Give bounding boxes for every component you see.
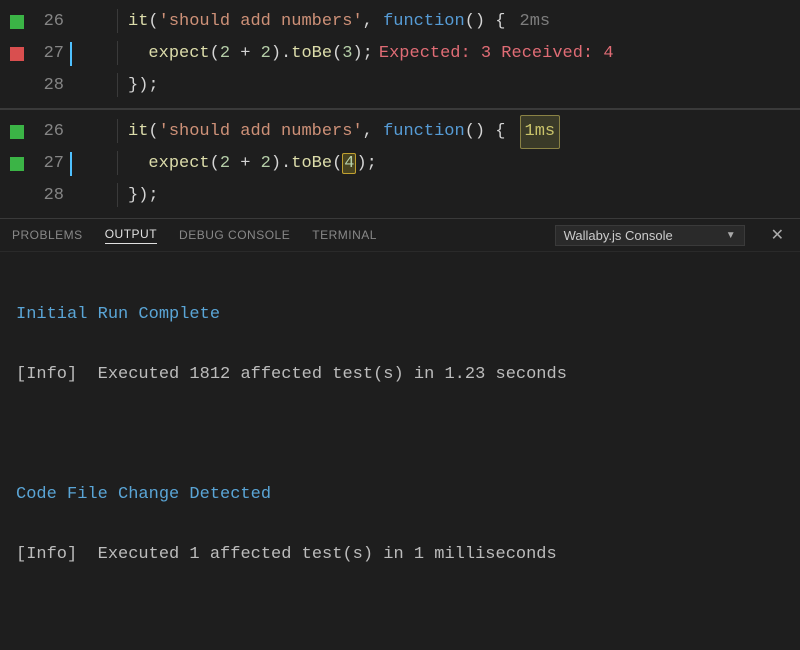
console-heading: Initial Run Complete xyxy=(16,305,220,324)
gutter-marker-empty xyxy=(10,79,24,93)
tab-terminal[interactable]: TERMINAL xyxy=(312,228,377,242)
panel-tab-bar: PROBLEMS OUTPUT DEBUG CONSOLE TERMINAL W… xyxy=(0,218,800,252)
code-text: expect(2 + 2).toBe(3); xyxy=(76,38,373,70)
tab-debug-console[interactable]: DEBUG CONSOLE xyxy=(179,228,290,242)
inline-timing: 2ms xyxy=(520,6,551,38)
inline-timing-highlight: 1ms xyxy=(520,115,561,149)
code-line[interactable]: 27 expect(2 + 2).toBe(4); xyxy=(0,148,800,180)
code-text: expect(2 + 2).toBe(4); xyxy=(76,148,377,180)
code-line[interactable]: 26 it('should add numbers', function() {… xyxy=(0,6,800,38)
gutter-marker-empty xyxy=(10,189,24,203)
output-console[interactable]: Initial Run Complete [Info] Executed 181… xyxy=(0,252,800,618)
tab-output[interactable]: OUTPUT xyxy=(105,227,157,244)
console-heading: Code File Change Detected xyxy=(16,485,271,504)
green-test-marker-icon[interactable] xyxy=(10,157,24,171)
line-number: 26 xyxy=(24,116,70,148)
code-text: }); xyxy=(76,70,159,102)
line-number: 28 xyxy=(24,70,70,102)
editor-pane-after: 26 it('should add numbers', function() {… xyxy=(0,110,800,218)
code-text: it('should add numbers', function() { xyxy=(76,116,506,148)
green-test-marker-icon[interactable] xyxy=(10,15,24,29)
line-number: 27 xyxy=(24,38,70,70)
code-line[interactable]: 26 it('should add numbers', function() {… xyxy=(0,116,800,148)
line-cursor-icon xyxy=(70,152,72,176)
red-test-marker-icon[interactable] xyxy=(10,47,24,61)
console-line: Executed 1 affected test(s) in 1 millise… xyxy=(77,545,556,564)
chevron-down-icon: ▼ xyxy=(726,230,736,241)
code-line[interactable]: 28 }); xyxy=(0,180,800,212)
dropdown-label: Wallaby.js Console xyxy=(564,228,673,243)
line-cursor-icon xyxy=(70,42,72,66)
tab-problems[interactable]: PROBLEMS xyxy=(12,228,83,242)
console-line: Executed 1812 affected test(s) in 1.23 s… xyxy=(77,365,567,384)
editor-pane-before: 26 it('should add numbers', function() {… xyxy=(0,0,800,108)
code-text: it('should add numbers', function() { xyxy=(76,6,506,38)
line-number: 27 xyxy=(24,148,70,180)
code-line[interactable]: 27 expect(2 + 2).toBe(3);Expected: 3 Rec… xyxy=(0,38,800,70)
line-number: 28 xyxy=(24,180,70,212)
code-line[interactable]: 28 }); xyxy=(0,70,800,102)
code-text: }); xyxy=(76,180,159,212)
close-panel-button[interactable]: ✕ xyxy=(767,225,788,245)
inline-error-message: Expected: 3 Received: 4 xyxy=(379,38,614,70)
green-test-marker-icon[interactable] xyxy=(10,125,24,139)
console-info-tag: [Info] xyxy=(16,545,77,564)
console-info-tag: [Info] xyxy=(16,365,77,384)
output-channel-dropdown[interactable]: Wallaby.js Console ▼ xyxy=(555,225,745,246)
line-number: 26 xyxy=(24,6,70,38)
